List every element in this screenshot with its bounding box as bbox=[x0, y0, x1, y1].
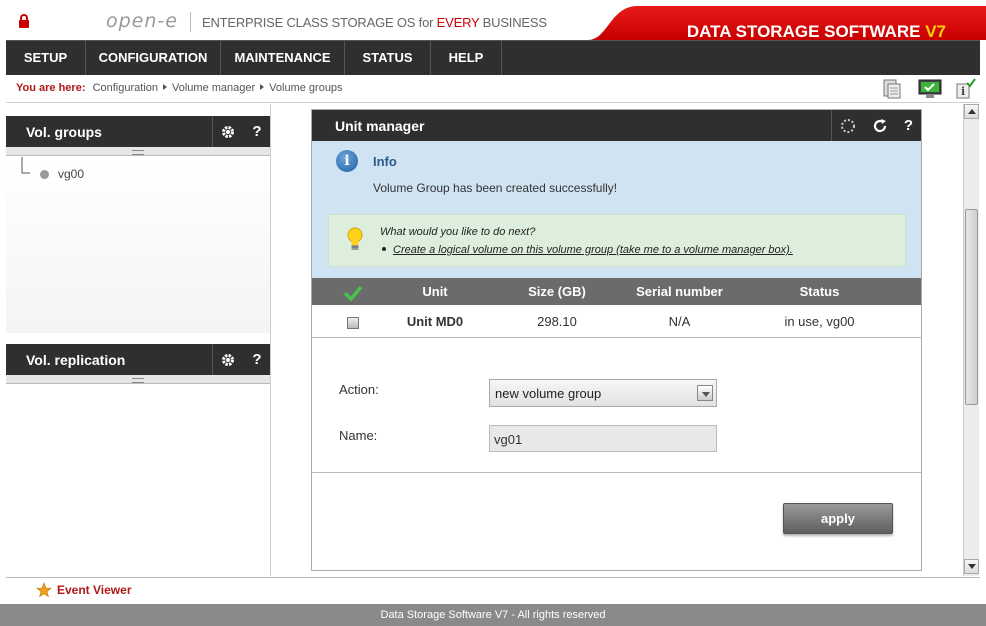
breadcrumb-item-configuration[interactable]: Configuration bbox=[93, 82, 158, 94]
logo-divider bbox=[190, 12, 191, 32]
breadcrumb-divider bbox=[6, 102, 980, 103]
lightbulb-icon bbox=[347, 227, 363, 253]
refresh-icon[interactable] bbox=[872, 118, 888, 134]
create-logical-volume-link[interactable]: Create a logical volume on this volume g… bbox=[393, 244, 793, 256]
open-e-logo: open-e bbox=[106, 10, 178, 32]
apply-button[interactable]: apply bbox=[783, 503, 893, 534]
breadcrumb-item-volume-groups[interactable]: Volume groups bbox=[269, 82, 342, 94]
vol-replication-controls: ? bbox=[212, 344, 270, 375]
brand-banner: DATA STORAGE SOFTWARE V7 bbox=[588, 6, 986, 42]
star-icon[interactable] bbox=[36, 582, 52, 598]
row-select bbox=[312, 306, 394, 338]
cell-serial: N/A bbox=[668, 314, 691, 329]
table-row: Unit MD0 298.10 N/A in use, vg00 bbox=[312, 306, 921, 338]
gear-icon[interactable] bbox=[221, 353, 235, 367]
unit-manager-title: Unit manager bbox=[335, 118, 425, 134]
vertical-scrollbar[interactable] bbox=[963, 104, 979, 576]
next-steps-item: Create a logical volume on this volume g… bbox=[382, 244, 793, 256]
lock-icon[interactable] bbox=[18, 14, 30, 28]
breadcrumb-prefix: You are here: bbox=[16, 82, 86, 94]
col-serial: Serial number bbox=[636, 284, 723, 299]
tagline-prefix: ENTERPRISE CLASS STORAGE OS for bbox=[202, 15, 437, 30]
breadcrumb: You are here: Configuration Volume manage… bbox=[16, 82, 343, 94]
info-title: Info bbox=[373, 154, 397, 169]
event-viewer-link[interactable]: Event Viewer bbox=[57, 583, 131, 597]
tagline-highlight: EVERY bbox=[436, 15, 480, 30]
vol-groups-title: Vol. groups bbox=[26, 124, 102, 140]
vol-replication-header: Vol. replication ? bbox=[6, 344, 270, 375]
volume-status-icon bbox=[40, 170, 49, 179]
event-viewer-bar: Event Viewer bbox=[6, 577, 980, 603]
gear-icon[interactable] bbox=[221, 125, 235, 139]
help-icon[interactable]: ? bbox=[252, 351, 261, 368]
cell-size: 298.10 bbox=[537, 314, 577, 329]
main-nav: SETUP CONFIGURATION MAINTENANCE STATUS H… bbox=[6, 40, 980, 75]
info-message: Volume Group has been created successful… bbox=[373, 181, 618, 195]
vol-groups-controls: ? bbox=[212, 116, 270, 147]
units-table-header: Unit Size (GB) Serial number Status bbox=[312, 278, 921, 305]
next-steps-question: What would you like to do next? bbox=[380, 226, 536, 238]
unit-manager-header: Unit manager ? bbox=[312, 110, 921, 141]
brand-name: DATA STORAGE SOFTWARE bbox=[686, 22, 926, 41]
nav-help[interactable]: HELP bbox=[431, 41, 502, 75]
form-divider bbox=[312, 472, 921, 473]
scroll-up-icon[interactable] bbox=[964, 104, 979, 119]
info-icon: i bbox=[336, 150, 358, 172]
vol-replication-resize-grip[interactable] bbox=[6, 375, 270, 384]
tree-connector-icon bbox=[21, 157, 30, 174]
vol-groups-resize-grip[interactable] bbox=[6, 147, 270, 156]
info-box: i Info Volume Group has been created suc… bbox=[312, 141, 921, 278]
vol-replication-title: Vol. replication bbox=[26, 352, 126, 368]
breadcrumb-arrow-icon bbox=[163, 84, 167, 90]
nav-status[interactable]: STATUS bbox=[345, 41, 431, 75]
action-label: Action: bbox=[339, 382, 379, 397]
info-check-icon[interactable]: i bbox=[954, 78, 976, 99]
bullet-icon bbox=[382, 247, 386, 251]
help-icon[interactable]: ? bbox=[252, 123, 261, 140]
vol-groups-header: Vol. groups ? bbox=[6, 116, 270, 147]
col-status: Status bbox=[799, 284, 840, 299]
vol-groups-tree: vg00 bbox=[6, 157, 270, 333]
tagline: ENTERPRISE CLASS STORAGE OS for EVERY BU… bbox=[202, 15, 547, 30]
vol-replication-content bbox=[6, 385, 270, 576]
nav-configuration[interactable]: CONFIGURATION bbox=[86, 41, 221, 75]
help-icon[interactable]: ? bbox=[904, 117, 913, 134]
scroll-down-icon[interactable] bbox=[964, 559, 979, 574]
tagline-suffix: BUSINESS bbox=[479, 15, 547, 30]
brand-title: DATA STORAGE SOFTWARE V7 bbox=[687, 22, 946, 42]
scroll-thumb[interactable] bbox=[965, 209, 978, 405]
name-label: Name: bbox=[339, 428, 378, 443]
unit-manager-controls: ? bbox=[831, 110, 921, 141]
row-checkbox[interactable] bbox=[347, 316, 359, 329]
action-select[interactable]: new volume group bbox=[489, 379, 717, 407]
loading-spinner-icon bbox=[840, 118, 856, 134]
toolbar-icons: i bbox=[882, 78, 976, 99]
left-sidebar: Vol. groups ? vg00 Vol. replication ? bbox=[6, 104, 271, 576]
brand-version: V7 bbox=[925, 22, 946, 41]
svg-text:i: i bbox=[961, 85, 965, 98]
footer: Data Storage Software V7 - All rights re… bbox=[0, 604, 986, 626]
unit-manager-panel: Unit manager ? i Info Volume Group has b… bbox=[311, 109, 922, 571]
monitor-icon[interactable] bbox=[918, 78, 942, 98]
action-select-value: new volume group bbox=[495, 386, 602, 401]
tree-item-vg00[interactable]: vg00 bbox=[58, 167, 84, 181]
cell-unit: Unit MD0 bbox=[406, 314, 464, 329]
select-all-check-icon[interactable] bbox=[312, 278, 394, 305]
cell-status: in use, vg00 bbox=[784, 314, 855, 329]
nav-setup[interactable]: SETUP bbox=[6, 41, 86, 75]
chevron-down-icon[interactable] bbox=[697, 385, 713, 401]
name-input[interactable]: vg01 bbox=[489, 425, 717, 452]
next-steps-box: What would you like to do next? Create a… bbox=[328, 214, 906, 267]
breadcrumb-item-volume-manager[interactable]: Volume manager bbox=[172, 82, 255, 94]
col-unit: Unit bbox=[422, 284, 448, 299]
database-icon[interactable] bbox=[882, 78, 904, 99]
breadcrumb-arrow-icon bbox=[260, 84, 265, 90]
app-header: open-e ENTERPRISE CLASS STORAGE OS for E… bbox=[0, 0, 986, 42]
col-size: Size (GB) bbox=[528, 284, 586, 299]
nav-maintenance[interactable]: MAINTENANCE bbox=[221, 41, 345, 75]
